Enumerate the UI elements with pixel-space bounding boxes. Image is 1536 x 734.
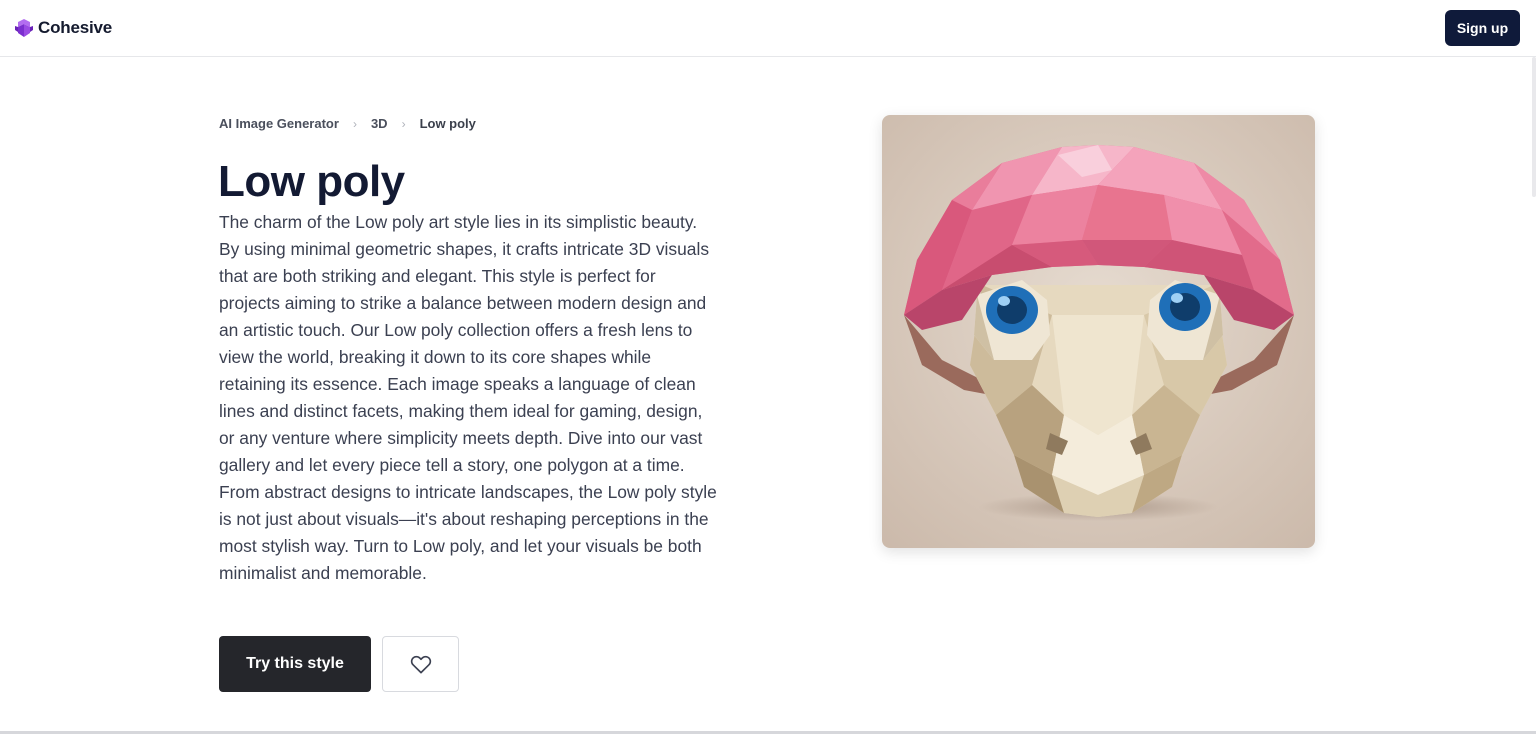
sign-up-button[interactable]: Sign up (1445, 10, 1520, 46)
try-this-style-button[interactable]: Try this style (219, 636, 371, 692)
favorite-button[interactable] (382, 636, 459, 692)
low-poly-mushroom-illustration (882, 115, 1315, 548)
heart-icon (410, 655, 431, 674)
style-example-image (882, 115, 1315, 548)
brand-logo-icon (15, 19, 33, 37)
chevron-right-icon: › (401, 116, 406, 131)
style-description: The charm of the Low poly art style lies… (219, 212, 717, 583)
chevron-right-icon: › (352, 116, 357, 131)
top-bar: Cohesive Sign up (0, 0, 1536, 57)
breadcrumb-ai-image-generator[interactable]: AI Image Generator (219, 116, 339, 131)
breadcrumb: AI Image Generator › 3D › Low poly (219, 116, 476, 131)
page-title: Low poly (218, 157, 405, 206)
brand-name: Cohesive (38, 18, 112, 37)
brand-link[interactable]: Cohesive (14, 18, 112, 38)
scrollbar[interactable] (1532, 57, 1536, 197)
breadcrumb-current: Low poly (419, 116, 476, 131)
breadcrumb-3d[interactable]: 3D (371, 116, 388, 131)
